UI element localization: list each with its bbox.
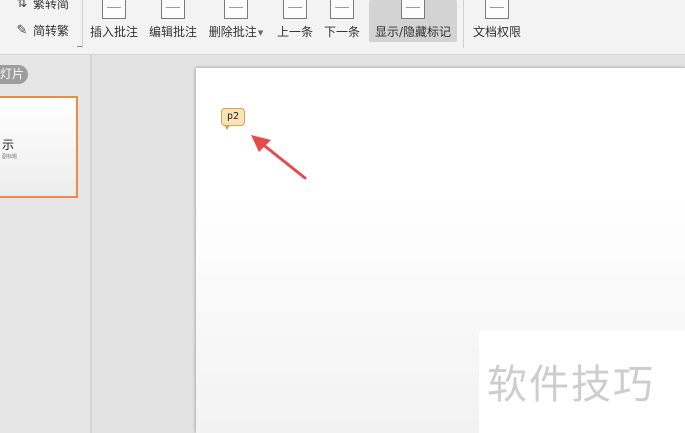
next-comment-label: 下一条 xyxy=(323,25,360,39)
insert-comment-label: 插入批注 xyxy=(89,25,138,39)
annotation-arrow-icon xyxy=(251,135,307,180)
slide-thumbnail[interactable]: 示 副标题 xyxy=(0,96,78,198)
edit-comment-label: 编辑批注 xyxy=(148,25,197,39)
insert-comment-button[interactable]: 插入批注 xyxy=(88,0,140,42)
delete-comment-label: 删除批注 xyxy=(208,25,257,39)
document-permission-label: 文档权限 xyxy=(472,25,521,39)
edit-comment-button[interactable]: 编辑批注 xyxy=(147,0,199,42)
arrow-shaft xyxy=(259,141,307,180)
simp-to-trad-icon: ✎ xyxy=(16,22,28,38)
ribbon-separator xyxy=(82,0,83,48)
simp-to-trad-label: 简转繁 xyxy=(33,23,70,38)
thumbnail-title: 示 xyxy=(2,138,15,152)
previous-comment-label: 上一条 xyxy=(276,25,313,39)
edit-comment-icon xyxy=(161,0,185,19)
slide-thumbnail-panel: 灯片 示 副标题 xyxy=(0,55,90,433)
review-ribbon: ⇅ 繁转简 ✎ 简转繁 插入批注 编辑批注 删除批注▼ 上一条 下一条 显示/隐… xyxy=(0,0,685,55)
show-hide-markup-icon xyxy=(401,0,425,19)
delete-comment-icon xyxy=(224,0,248,19)
slides-tab[interactable]: 灯片 xyxy=(0,65,28,84)
trad-to-simp-icon: ⇅ xyxy=(16,0,28,11)
comment-marker[interactable]: p2 xyxy=(221,108,245,130)
trad-to-simp-label: 繁转简 xyxy=(33,0,70,11)
ribbon-separator xyxy=(463,0,464,48)
show-hide-markup-button[interactable]: 显示/隐藏标记 xyxy=(369,0,457,42)
thumbnail-subtitle: 副标题 xyxy=(2,154,18,160)
trad-to-simp-button[interactable]: ⇅ 繁转简 xyxy=(14,0,69,12)
previous-comment-icon xyxy=(283,0,307,19)
insert-comment-icon xyxy=(102,0,126,19)
chevron-down-icon[interactable]: ▼ xyxy=(258,29,263,37)
panel-splitter[interactable] xyxy=(90,55,92,433)
document-permission-button[interactable]: 文档权限 xyxy=(470,0,524,42)
watermark-text: 软件技巧 xyxy=(487,362,655,408)
next-comment-button[interactable]: 下一条 xyxy=(321,0,363,42)
document-permission-icon xyxy=(485,0,509,19)
delete-comment-button[interactable]: 删除批注▼ xyxy=(205,0,267,42)
previous-comment-button[interactable]: 上一条 xyxy=(275,0,315,42)
show-hide-markup-label: 显示/隐藏标记 xyxy=(374,25,452,39)
chinese-conversion-group: ⇅ 繁转简 ✎ 简转繁 xyxy=(10,0,83,50)
simp-to-trad-button[interactable]: ✎ 简转繁 xyxy=(14,21,69,39)
next-comment-icon xyxy=(330,0,354,19)
